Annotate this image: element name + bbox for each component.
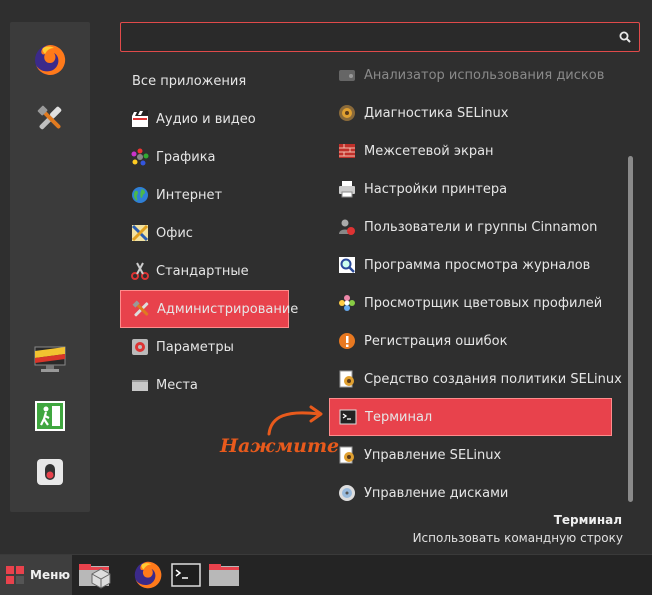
- category-label: Офис: [156, 225, 193, 241]
- app-label: Просмотрщик цветовых профилей: [364, 295, 603, 311]
- category-label: Графика: [156, 149, 216, 165]
- application-list: Анализатор использования дисков Диагност…: [329, 56, 622, 512]
- category-label: Параметры: [156, 339, 234, 355]
- app-description-text: Использовать командную строку: [412, 531, 623, 545]
- category-graphics[interactable]: Графика: [120, 138, 290, 176]
- folder-icon: [209, 564, 239, 586]
- terminal-icon: [171, 563, 201, 587]
- application-menu: Все приложения Аудио и видео Графика Инт…: [0, 0, 652, 554]
- disks-icon: [337, 483, 357, 503]
- app-selinux-policy[interactable]: Средство создания политики SELinux: [329, 360, 622, 398]
- category-label: Места: [156, 377, 198, 393]
- clapperboard-icon: [130, 109, 150, 129]
- office-icon: [130, 223, 150, 243]
- app-disk-usage-analyzer[interactable]: Анализатор использования дисков: [329, 56, 612, 94]
- exit-icon: [35, 401, 65, 431]
- log-viewer-icon: [337, 255, 357, 275]
- screensaver-favorite[interactable]: [30, 340, 70, 380]
- category-internet[interactable]: Интернет: [120, 176, 290, 214]
- app-log-viewer[interactable]: Программа просмотра журналов: [329, 246, 612, 284]
- search-icon: [619, 31, 631, 43]
- menu-label: Меню: [30, 568, 71, 582]
- app-color-profile-viewer[interactable]: Просмотрщик цветовых профилей: [329, 284, 612, 322]
- annotation-text: Нажмите: [220, 435, 340, 457]
- app-selinux-diagnostics[interactable]: Диагностика SELinux: [329, 94, 612, 132]
- arrow-annotation-icon: [267, 405, 323, 436]
- globe-icon: [130, 185, 150, 205]
- category-all-apps[interactable]: Все приложения: [120, 62, 290, 100]
- power-icon: [37, 459, 63, 485]
- disk-usage-icon: [337, 65, 357, 85]
- category-administration[interactable]: Администрирование: [120, 290, 298, 328]
- search-box[interactable]: [120, 22, 640, 52]
- lock-screen-icon: [34, 346, 66, 372]
- app-label: Анализатор использования дисков: [364, 67, 605, 83]
- scissors-icon: [130, 261, 150, 281]
- tools-icon: [37, 105, 62, 130]
- firefox-favorite[interactable]: [30, 40, 70, 80]
- logout-favorite[interactable]: [30, 396, 70, 436]
- printer-icon: [337, 179, 357, 199]
- terminal-icon: [338, 407, 358, 427]
- app-label: Межсетевой экран: [364, 143, 494, 159]
- category-office[interactable]: Офис: [120, 214, 290, 252]
- color-profile-icon: [337, 293, 357, 313]
- category-places[interactable]: Места: [120, 366, 290, 404]
- firefox-icon: [134, 561, 162, 589]
- taskbar: Меню: [0, 554, 652, 595]
- app-firewall[interactable]: Межсетевой экран: [329, 132, 612, 170]
- category-audio-video[interactable]: Аудио и видео: [120, 100, 290, 138]
- firewall-icon: [337, 141, 357, 161]
- category-label: Стандартные: [156, 263, 249, 279]
- menu-logo-icon: [6, 566, 24, 584]
- category-label: Администрирование: [157, 301, 299, 317]
- taskbar-folder[interactable]: [208, 559, 240, 591]
- category-list: Все приложения Аудио и видео Графика Инт…: [120, 62, 298, 404]
- users-icon: [337, 217, 357, 237]
- settings-icon: [130, 337, 150, 357]
- app-label: Регистрация ошибок: [364, 333, 508, 349]
- app-label: Настройки принтера: [364, 181, 508, 197]
- category-label: Интернет: [156, 187, 223, 203]
- taskbar-terminal[interactable]: [170, 559, 202, 591]
- shutdown-favorite[interactable]: [30, 452, 70, 492]
- tools-icon: [131, 299, 151, 319]
- app-label: Управление дисками: [364, 485, 509, 501]
- favorites-sidebar: [10, 22, 90, 512]
- app-label: Программа просмотра журналов: [364, 257, 591, 273]
- category-accessories[interactable]: Стандартные: [120, 252, 290, 290]
- palette-icon: [130, 147, 150, 167]
- app-label: Средство создания политики SELinux: [364, 371, 622, 387]
- app-bug-report[interactable]: Регистрация ошибок: [329, 322, 612, 360]
- menu-button[interactable]: Меню: [0, 555, 72, 595]
- folder-icon: [130, 375, 150, 395]
- app-printer-settings[interactable]: Настройки принтера: [329, 170, 612, 208]
- app-label: Терминал: [365, 409, 433, 425]
- category-settings[interactable]: Параметры: [120, 328, 290, 366]
- box-icon: [91, 568, 111, 589]
- app-disks[interactable]: Управление дисками: [329, 474, 612, 512]
- app-label: Пользователи и группы Cinnamon: [364, 219, 598, 235]
- selinux-policy-icon: [337, 369, 357, 389]
- app-label: Диагностика SELinux: [364, 105, 509, 121]
- search-input[interactable]: [129, 27, 613, 49]
- app-list-scrollbar[interactable]: [628, 156, 633, 502]
- taskbar-virtualbox[interactable]: [80, 559, 112, 591]
- app-label: Управление SELinux: [364, 447, 502, 463]
- bug-report-icon: [337, 331, 357, 351]
- app-terminal[interactable]: Терминал: [329, 398, 612, 436]
- admin-tools-favorite[interactable]: [30, 98, 70, 138]
- app-description-title: Терминал: [553, 513, 622, 527]
- taskbar-firefox[interactable]: [132, 559, 164, 591]
- category-label: Все приложения: [132, 73, 247, 89]
- app-selinux-management[interactable]: Управление SELinux: [329, 436, 612, 474]
- firefox-icon: [35, 44, 66, 75]
- selinux-manage-icon: [337, 445, 357, 465]
- selinux-diagnostic-icon: [337, 103, 357, 123]
- category-label: Аудио и видео: [156, 111, 256, 127]
- app-users-groups[interactable]: Пользователи и группы Cinnamon: [329, 208, 612, 246]
